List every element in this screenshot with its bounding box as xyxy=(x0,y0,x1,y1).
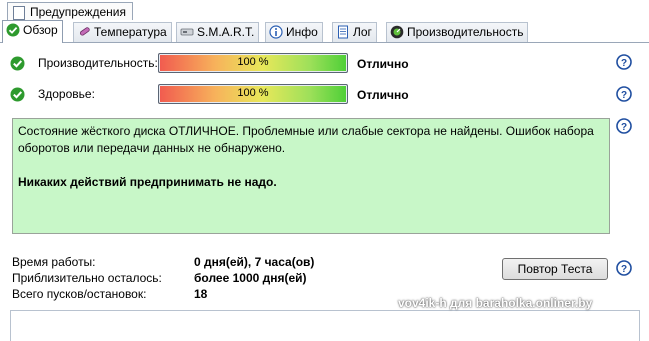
svg-text:?: ? xyxy=(621,264,627,275)
tab-info-label: Инфо xyxy=(286,25,318,39)
bottom-group-frame xyxy=(10,310,640,341)
svg-text:?: ? xyxy=(621,58,627,69)
tab-performance[interactable]: Производительность xyxy=(386,22,529,42)
check-circle-icon xyxy=(10,56,25,71)
performance-status: Отлично xyxy=(357,57,409,71)
help-icon[interactable]: ? xyxy=(616,86,632,102)
tab-temperature-label: Температура xyxy=(94,25,167,39)
health-status: Отлично xyxy=(357,88,409,102)
tab-smart-label: S.M.A.R.T. xyxy=(197,25,255,39)
uptime-value: 0 дня(ей), 7 часа(ов) xyxy=(194,255,315,269)
thermometer-icon xyxy=(79,27,90,36)
starts-value: 18 xyxy=(194,287,208,301)
retest-button[interactable]: Повтор Теста xyxy=(502,258,608,280)
drive-icon xyxy=(180,28,194,36)
remaining-label: Приблизительно осталось: xyxy=(12,271,162,285)
recommendation-text: Никаких действий предпринимать не надо. xyxy=(18,175,277,189)
performance-label: Производительность: xyxy=(38,56,158,70)
status-message-text: Состояние жёсткого диска ОТЛИЧНОЕ. Пробл… xyxy=(18,124,594,155)
tab-log[interactable]: Лог xyxy=(332,22,377,42)
info-icon xyxy=(269,25,283,39)
overview-panel: Производительность: 100 % Отлично ? Здор… xyxy=(2,43,647,341)
tab-bar: Обзор Температура S.M.A.R.T. Инфо Лог Пр… xyxy=(0,20,649,43)
tab-warnings-label: Предупреждения xyxy=(30,5,126,19)
tab-log-label: Лог xyxy=(353,25,372,39)
tab-overview[interactable]: Обзор xyxy=(2,20,63,43)
tab-warnings[interactable]: Предупреждения xyxy=(7,2,133,21)
health-row: Здоровье: 100 % Отлично xyxy=(10,84,640,106)
tab-info[interactable]: Инфо xyxy=(265,22,323,42)
check-circle-icon xyxy=(10,87,25,102)
performance-percent: 100 % xyxy=(237,56,269,68)
performance-row: Производительность: 100 % Отлично xyxy=(10,53,640,75)
help-icon[interactable]: ? xyxy=(616,260,632,276)
svg-text:?: ? xyxy=(621,122,627,133)
top-strip: Предупреждения xyxy=(0,0,649,21)
remaining-value: более 1000 дня(ей) xyxy=(194,271,307,285)
svg-text:?: ? xyxy=(621,90,627,101)
tab-performance-label: Производительность xyxy=(407,25,524,39)
performance-bar: 100 % xyxy=(158,53,348,73)
log-document-icon xyxy=(338,25,348,39)
help-icon[interactable]: ? xyxy=(616,54,632,70)
gauge-icon xyxy=(390,25,404,39)
health-label: Здоровье: xyxy=(38,87,95,101)
check-circle-icon xyxy=(6,23,20,37)
status-message-box: Состояние жёсткого диска ОТЛИЧНОЕ. Пробл… xyxy=(12,118,610,234)
health-bar: 100 % xyxy=(158,84,348,104)
help-icon[interactable]: ? xyxy=(616,118,632,134)
starts-label: Всего пусков/остановок: xyxy=(12,287,147,301)
uptime-label: Время работы: xyxy=(12,255,96,269)
document-icon xyxy=(13,6,25,20)
tab-smart[interactable]: S.M.A.R.T. xyxy=(176,22,260,42)
tab-overview-label: Обзор xyxy=(23,23,58,37)
health-percent: 100 % xyxy=(237,87,269,99)
watermark-text: vov4ik-h для baraholka.onliner.by xyxy=(398,296,593,310)
tab-temperature[interactable]: Температура xyxy=(73,22,172,42)
